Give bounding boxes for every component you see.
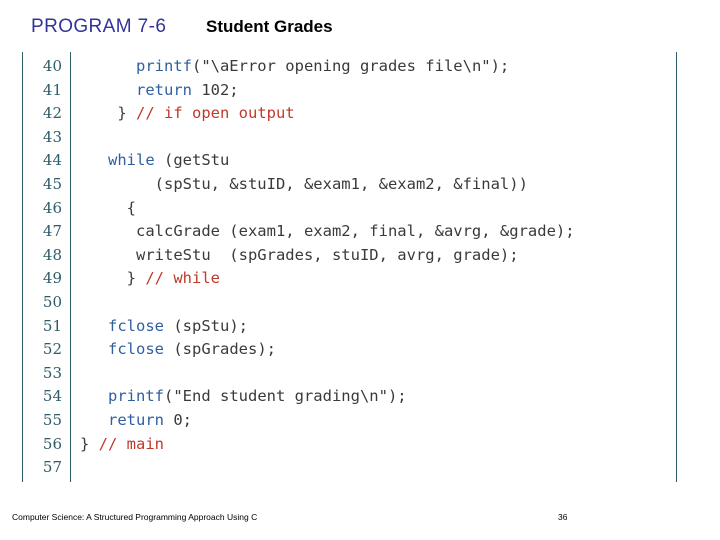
- code-line-source: } // if open output: [80, 102, 295, 126]
- code-line-source: calcGrade (exam1, exam2, final, &avrg, &…: [80, 220, 575, 244]
- code-line-source: (spStu, &stuID, &exam1, &exam2, &final)): [80, 173, 528, 197]
- code-token-cm: // while: [145, 269, 220, 288]
- code-line-source: writeStu (spGrades, stuID, avrg, grade);: [80, 244, 519, 268]
- code-token-pl: }: [80, 434, 99, 453]
- code-line-source: {: [80, 197, 136, 221]
- code-line-source: } // main: [80, 433, 164, 457]
- code-line: 49 } // while: [22, 267, 677, 291]
- code-line: 48 writeStu (spGrades, stuID, avrg, grad…: [22, 244, 677, 268]
- code-line: 55 return 0;: [22, 409, 677, 433]
- code-line: 51 fclose (spStu);: [22, 315, 677, 339]
- code-line-number: 44: [42, 151, 62, 170]
- code-line-container: 40 printf("\aError opening grades file\n…: [22, 55, 677, 480]
- code-line-source: printf("\aError opening grades file\n");: [80, 55, 509, 79]
- code-token-pl: (spGrades);: [164, 340, 276, 359]
- code-line: 44 while (getStu: [22, 149, 677, 173]
- code-token-pl: 0;: [164, 410, 192, 429]
- code-line-source: fclose (spGrades);: [80, 338, 276, 362]
- code-token-pl: ("\aError opening grades file\n");: [191, 57, 510, 75]
- code-token-kw: fclose: [80, 316, 164, 335]
- code-token-kw: return: [80, 410, 164, 429]
- code-token-pl: writeStu (spGrades, stuID, avrg, grade);: [80, 245, 519, 264]
- code-line-number: 57: [42, 458, 62, 477]
- code-line: 53: [22, 362, 677, 386]
- code-line: 54 printf("End student grading\n");: [22, 385, 677, 409]
- code-token-cm: // if open output: [136, 104, 295, 123]
- code-line-source: fclose (spStu);: [80, 315, 248, 339]
- code-token-kw: printf: [80, 57, 192, 75]
- code-line-number: 50: [42, 292, 62, 311]
- code-line-source: return 0;: [80, 409, 192, 433]
- code-line: 45 (spStu, &stuID, &exam1, &exam2, &fina…: [22, 173, 677, 197]
- page-title: PROGRAM 7-6: [31, 16, 167, 37]
- code-line: 56} // main: [22, 433, 677, 457]
- code-token-kw: printf: [80, 387, 164, 406]
- code-token-pl: {: [80, 198, 136, 217]
- code-line-number: 54: [42, 387, 62, 406]
- code-line-source: while (getStu: [80, 149, 229, 173]
- code-line: 52 fclose (spGrades);: [22, 338, 677, 362]
- code-line-number: 43: [42, 127, 62, 146]
- code-token-kw: while: [80, 151, 155, 170]
- code-token-pl: ("End student grading\n");: [164, 387, 407, 406]
- code-line: 47 calcGrade (exam1, exam2, final, &avrg…: [22, 220, 677, 244]
- code-line-source: return 102;: [80, 79, 239, 103]
- code-token-kw: fclose: [80, 340, 164, 359]
- code-token-pl: }: [80, 269, 146, 288]
- code-line-number: 48: [42, 245, 62, 264]
- code-token-pl: calcGrade (exam1, exam2, final, &avrg, &…: [80, 222, 575, 241]
- code-token-kw: return: [80, 80, 192, 99]
- code-line-number: 56: [42, 434, 62, 453]
- code-line: 46 {: [22, 197, 677, 221]
- footer-source-text: Computer Science: A Structured Programmi…: [12, 512, 258, 522]
- code-line-source: printf("End student grading\n");: [80, 385, 407, 409]
- code-line-number: 52: [42, 340, 62, 359]
- code-line: 42 } // if open output: [22, 102, 677, 126]
- page-subtitle: Student Grades: [206, 17, 333, 36]
- code-line-number: 45: [42, 174, 62, 193]
- code-token-pl: (spStu);: [164, 316, 248, 335]
- code-line-number: 49: [42, 269, 62, 288]
- code-line: 40 printf("\aError opening grades file\n…: [22, 55, 677, 79]
- slide-header: PROGRAM 7-6 Student Grades: [0, 0, 720, 44]
- code-token-pl: 102;: [191, 80, 239, 99]
- code-line-number: 41: [42, 80, 62, 99]
- code-listing: 40 printf("\aError opening grades file\n…: [22, 52, 677, 482]
- code-line-number: 55: [42, 410, 62, 429]
- code-token-cm: // main: [98, 434, 164, 453]
- code-line-number: 47: [42, 222, 62, 241]
- code-token-pl: (getStu: [154, 151, 230, 170]
- code-token-pl: (spStu, &stuID, &exam1, &exam2, &final)): [80, 174, 528, 193]
- code-token-pl: }: [80, 104, 136, 123]
- code-line: 41 return 102;: [22, 79, 677, 103]
- code-line-number: 51: [42, 316, 62, 335]
- footer-page-number: 36: [558, 512, 568, 522]
- code-line: 50: [22, 291, 677, 315]
- code-line: 57: [22, 456, 677, 480]
- code-line: 43: [22, 126, 677, 150]
- code-line-number: 40: [42, 57, 62, 75]
- code-line-number: 46: [42, 198, 62, 217]
- code-line-source: } // while: [80, 267, 220, 291]
- slide-footer: Computer Science: A Structured Programmi…: [0, 504, 720, 540]
- code-line-number: 53: [42, 363, 62, 382]
- code-line-number: 42: [42, 104, 62, 123]
